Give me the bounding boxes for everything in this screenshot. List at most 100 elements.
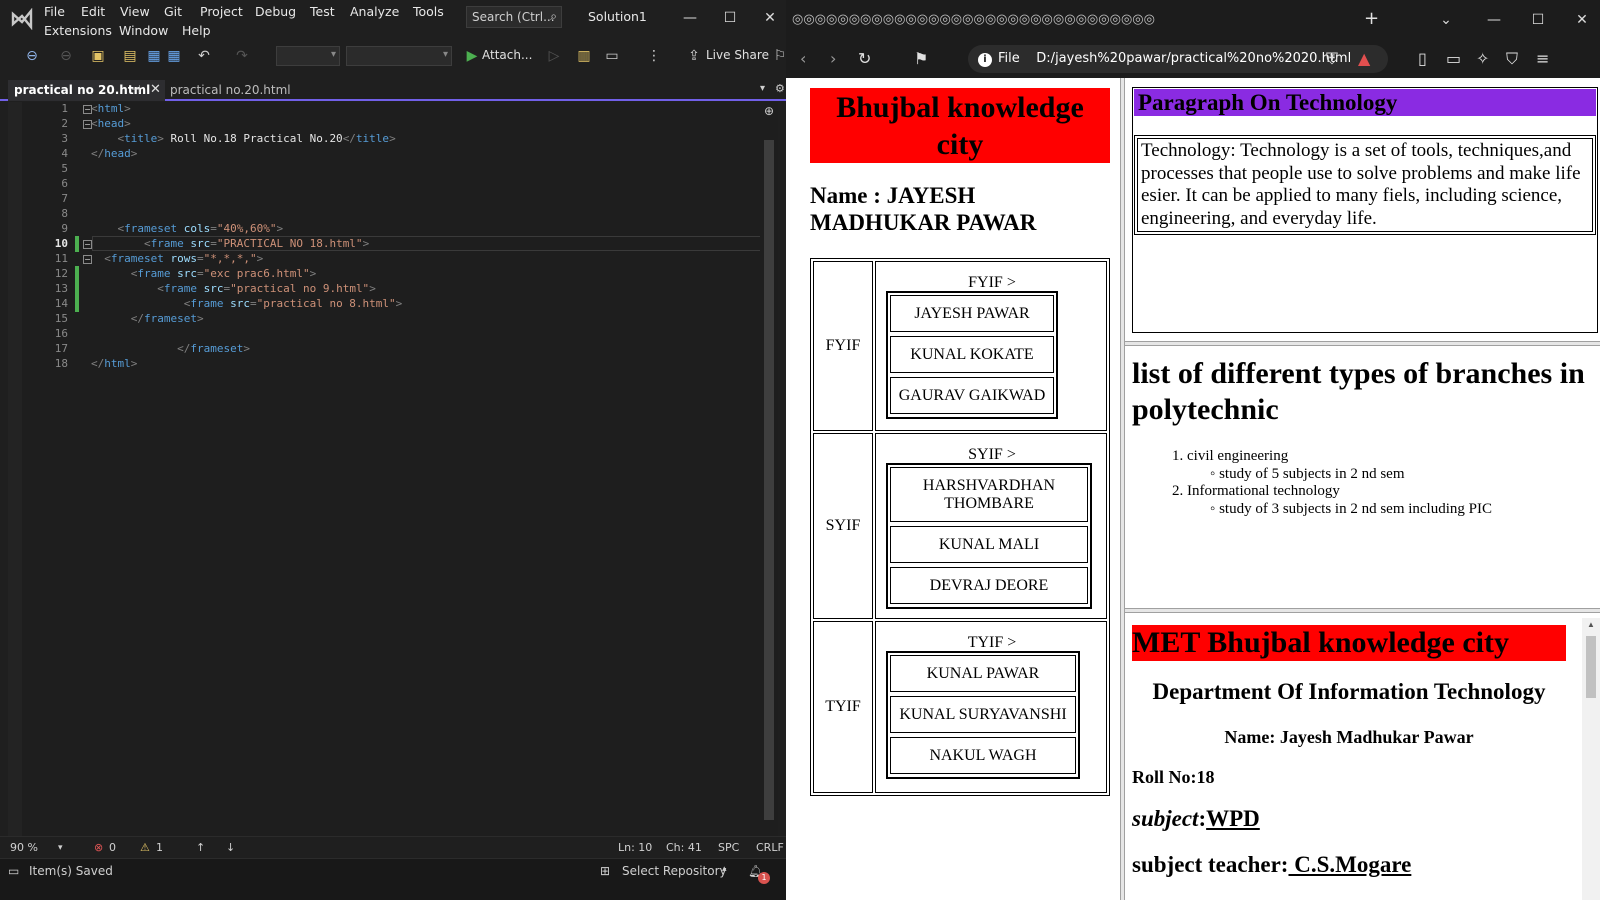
line-number: 11 — [54, 252, 68, 265]
notification-count: 1 — [758, 872, 770, 884]
tab-favicons-icon[interactable]: ◎◎◎◎◎◎◎◎◎◎◎◎◎◎◎◎◎◎◎◎◎◎◎◎◎◎◎◎◎◎◎◎ — [792, 12, 1312, 27]
tab-practical-no-20[interactable]: practical no 20.html ⊣ ✕ — [8, 80, 165, 101]
student-cell: KUNAL PAWAR — [890, 655, 1076, 692]
save-all-icon[interactable]: ▦ — [166, 48, 182, 64]
close-icon[interactable]: ✕ — [1572, 10, 1592, 30]
scrollbar-thumb[interactable] — [1586, 636, 1596, 698]
browser-tab-strip: ◎◎◎◎◎◎◎◎◎◎◎◎◎◎◎◎◎◎◎◎◎◎◎◎◎◎◎◎◎◎◎◎ + ⌄ — ☐… — [786, 0, 1600, 40]
maximize-icon[interactable]: ☐ — [720, 8, 740, 28]
status-icon: ▭ — [8, 864, 20, 878]
ai-assistant-icon[interactable]: ✧ — [1476, 49, 1489, 68]
frame-divider-horizontal[interactable] — [1125, 341, 1600, 346]
zoom-level[interactable]: 90 % — [10, 841, 38, 854]
split-icon[interactable]: ⊕ — [764, 104, 774, 118]
rewards-icon[interactable]: ▲ — [1358, 49, 1370, 68]
select-repository-button[interactable]: Select Repository — [622, 864, 727, 878]
whitespace-indicator[interactable]: SPC — [718, 841, 739, 854]
undo-icon[interactable]: ↶ — [196, 48, 212, 64]
close-icon[interactable]: ✕ — [760, 8, 780, 28]
run-icon[interactable]: ▷ — [546, 48, 562, 64]
play-icon[interactable]: ▶ — [464, 48, 480, 64]
platform-dropdown[interactable] — [346, 46, 452, 66]
row-caption: SYIF > — [968, 446, 1016, 463]
info-icon[interactable]: i — [978, 53, 992, 67]
menu-tools[interactable]: Tools — [413, 4, 444, 19]
back-icon[interactable]: ⊖ — [24, 48, 40, 64]
solution-name: Solution1 — [588, 9, 647, 24]
menu-debug[interactable]: Debug — [255, 4, 296, 19]
frame1-student-name: Name : JAYESH MADHUKAR PAWAR — [810, 183, 1037, 235]
code-line-15: </frameset> — [130, 312, 204, 325]
address-scheme: File — [998, 51, 1020, 66]
close-tab-icon[interactable]: ✕ — [150, 82, 161, 97]
brave-shield-icon[interactable]: ⛨ — [1326, 49, 1338, 69]
frame4-scrollbar[interactable]: ▲ — [1582, 618, 1600, 900]
config-dropdown[interactable] — [276, 46, 340, 66]
browse-icon[interactable]: ▥ — [576, 48, 592, 64]
vpn-icon[interactable]: ⛉ — [1506, 49, 1518, 69]
line-number: 7 — [61, 192, 68, 205]
menu-file[interactable]: File — [44, 4, 65, 19]
vs-search-box[interactable]: Search (Ctrl... ⌕ — [466, 6, 562, 28]
change-indicator — [75, 236, 79, 252]
menu-git[interactable]: Git — [164, 4, 182, 19]
line-indicator[interactable]: Ln: 10 — [618, 841, 652, 854]
list-item: 1. civil engineering — [1172, 448, 1289, 464]
menu-icon[interactable]: ≡ — [1536, 49, 1549, 68]
arrow-up-icon[interactable]: ↑ — [196, 841, 205, 854]
editor-tabs: practical no 20.html ⊣ ✕ practical no.20… — [0, 80, 786, 101]
maximize-icon[interactable]: ☐ — [1528, 10, 1548, 30]
line-ending-indicator[interactable]: CRLF — [756, 841, 784, 854]
menu-help[interactable]: Help — [182, 23, 211, 38]
arrow-down-icon[interactable]: ↓ — [226, 841, 235, 854]
column-indicator[interactable]: Ch: 41 — [666, 841, 702, 854]
pin-icon[interactable]: ⊣ — [131, 83, 141, 96]
code-line-14: <frame src="practical no 8.html"> — [183, 297, 403, 310]
row-cell: SYIF > HARSHVARDHAN THOMBARE KUNAL MALI … — [875, 433, 1107, 619]
frame-divider-horizontal[interactable] — [1125, 608, 1600, 613]
frame4-heading: MET Bhujbal knowledge city — [1132, 625, 1566, 661]
code-editor[interactable]: 1 2 3 4 5 6 7 8 9 10 11 12 13 14 15 16 1… — [8, 102, 778, 836]
layout-icon[interactable]: ▭ — [604, 48, 620, 64]
new-project-icon[interactable]: ▣ — [90, 48, 106, 64]
forward-icon[interactable]: ⊖ — [58, 48, 74, 64]
menu-project[interactable]: Project — [200, 4, 243, 19]
tab-search-chevron-icon[interactable]: ⌄ — [1436, 10, 1456, 30]
tab-practical-no-20-alt[interactable]: practical no.20.html — [164, 80, 317, 101]
menu-view[interactable]: View — [120, 4, 150, 19]
bookmark-icon[interactable]: ⚑ — [914, 49, 928, 68]
back-arrow-icon[interactable]: ‹ — [800, 49, 806, 68]
scroll-up-icon[interactable]: ▲ — [1587, 620, 1595, 629]
warning-count[interactable]: 1 — [156, 841, 163, 854]
menu-extensions[interactable]: Extensions — [44, 23, 112, 38]
student-cell: DEVRAJ DEORE — [890, 567, 1088, 604]
editor-scrollbar[interactable]: ⊕ — [760, 102, 778, 836]
scrollbar-thumb[interactable] — [764, 140, 774, 820]
address-bar[interactable]: i File D:/jayesh%20pawar/practical%20no%2… — [968, 45, 1388, 73]
redo-icon[interactable]: ↷ — [234, 48, 250, 64]
attach-button[interactable]: Attach... — [482, 48, 532, 62]
minimize-icon[interactable]: — — [680, 8, 700, 28]
tab-dropdown-icon[interactable]: ▾ — [760, 83, 765, 94]
forward-arrow-icon[interactable]: › — [830, 49, 836, 68]
live-share-button[interactable]: Live Share — [706, 48, 769, 62]
page-content: Bhujbal knowledge city Name : JAYESH MAD… — [786, 78, 1600, 900]
menu-analyze[interactable]: Analyze — [350, 4, 399, 19]
visual-studio-logo-icon[interactable] — [10, 7, 36, 31]
more-icon[interactable]: ⋮ — [646, 48, 662, 64]
minimize-icon[interactable]: — — [1484, 10, 1504, 30]
save-icon[interactable]: ▦ — [146, 48, 162, 64]
repo-chevron-up-icon[interactable]: ▴ — [722, 864, 727, 874]
menu-test[interactable]: Test — [310, 4, 335, 19]
menu-edit[interactable]: Edit — [81, 4, 105, 19]
new-tab-icon[interactable]: + — [1364, 8, 1379, 29]
sidebar-icon[interactable]: ▯ — [1418, 49, 1427, 68]
wallet-icon[interactable]: ▭ — [1446, 49, 1461, 68]
reload-icon[interactable]: ↻ — [858, 49, 871, 68]
frame-divider-vertical[interactable] — [1120, 78, 1125, 900]
settings-gear-icon[interactable]: ⚙ — [775, 82, 785, 95]
error-count[interactable]: 0 — [109, 841, 116, 854]
zoom-dropdown-icon[interactable]: ▾ — [58, 843, 63, 853]
menu-window[interactable]: Window — [119, 23, 168, 38]
open-folder-icon[interactable]: ▤ — [122, 48, 138, 64]
